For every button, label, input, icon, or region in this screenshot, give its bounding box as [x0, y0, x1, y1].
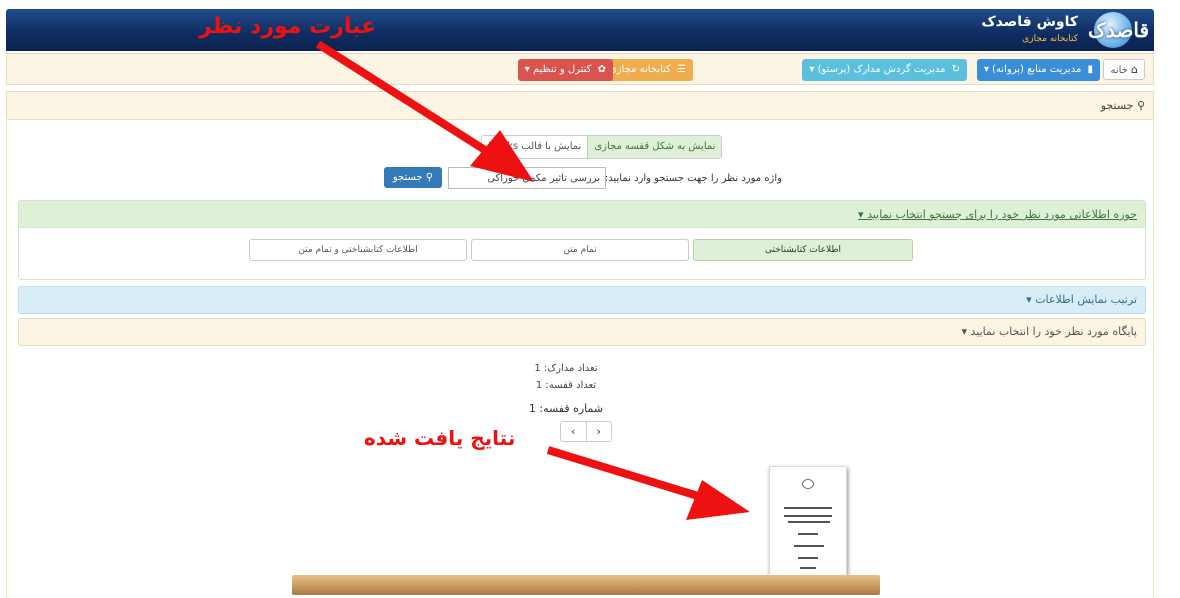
book-icon: ▮: [1087, 64, 1093, 75]
nav-settings-label: کنترل و تنظیم: [532, 64, 592, 75]
nav-circulation-menu[interactable]: ↻ مدیریت گردش مدارک (پرستو) ▾: [802, 59, 967, 81]
chevron-down-icon: ▾: [983, 64, 989, 75]
shelf-pager: ‹ ›: [560, 421, 612, 442]
annotation-search-term: عبارت مورد نظر: [199, 14, 377, 39]
view-books-option[interactable]: نمایش با قالب Books: [482, 136, 588, 158]
sort-title: ترتیب نمایش اطلاعات: [1035, 293, 1137, 306]
search-panel-title: جستجو: [1100, 99, 1134, 112]
nav-resources-label: مدیریت منابع (پروانه): [992, 64, 1082, 75]
database-panel[interactable]: پایگاه مورد نظر خود را انتخاب نمایید ▾: [18, 318, 1146, 346]
view-mode-toggle: نمایش به شکل قفسه مجازی نمایش با قالب Bo…: [481, 135, 723, 159]
book-thumbnail[interactable]: [769, 466, 847, 576]
prev-page-button[interactable]: ‹: [561, 422, 587, 441]
home-icon: ⌂: [1131, 63, 1138, 76]
search-label: واژه مورد نظر را جهت جستجو وارد نمایید:: [604, 173, 782, 184]
search-button[interactable]: ⚲ جستجو: [384, 167, 442, 188]
database-title: پایگاه مورد نظر خود را انتخاب نمایید: [970, 325, 1137, 338]
view-shelf-option[interactable]: نمایش به شکل قفسه مجازی: [587, 136, 722, 158]
scope-panel-heading[interactable]: حوزه اطلاعاتی مورد نظر خود را برای جستجو…: [19, 201, 1145, 228]
chevron-down-icon: ▾: [524, 64, 530, 75]
main-navbar: ⌂ خانه ▮ مدیریت منابع (پروانه) ▾ ↻ مدیری…: [6, 53, 1154, 85]
qasedak-logo[interactable]: قاصدک: [1088, 12, 1150, 48]
search-input[interactable]: [448, 167, 606, 189]
chevron-down-icon: ▾: [809, 64, 815, 75]
shelf-number: شماره قفسه: 1: [528, 402, 604, 415]
search-panel-heading: ⚲ جستجو: [6, 91, 1154, 120]
home-label: خانه: [1110, 65, 1128, 76]
nav-resources-menu[interactable]: ▮ مدیریت منابع (پروانه) ▾: [976, 59, 1100, 81]
home-button[interactable]: ⌂ خانه: [1103, 59, 1145, 80]
app-header: قاصدک کاوش قاصدک کتابخانه مجازی: [6, 9, 1154, 51]
brand-title: کاوش قاصدک: [981, 14, 1078, 30]
logo-text: قاصدک: [1088, 18, 1150, 42]
university-emblem-icon: [802, 479, 814, 489]
sort-panel[interactable]: ترتیب نمایش اطلاعات ▾: [18, 286, 1146, 314]
nav-circulation-label: مدیریت گردش مدارک (پرستو): [817, 64, 946, 75]
scope-panel: حوزه اطلاعاتی مورد نظر خود را برای جستجو…: [18, 200, 1146, 280]
refresh-icon: ↻: [951, 64, 960, 75]
scope-option-fulltext[interactable]: تمام متن: [471, 239, 689, 261]
gear-icon: ✿: [597, 64, 606, 75]
chevron-down-icon: ▾: [961, 325, 967, 338]
search-button-label: جستجو: [392, 172, 423, 183]
next-page-button[interactable]: ›: [587, 422, 612, 441]
documents-count: تعداد مدارک: 1: [534, 363, 598, 374]
chevron-down-icon: ▾: [858, 208, 864, 221]
page: قاصدک کاوش قاصدک کتابخانه مجازی ⌂ خانه ▮…: [6, 0, 1154, 598]
scope-title: حوزه اطلاعاتی مورد نظر خود را برای جستجو…: [867, 208, 1137, 221]
annotation-results-found: نتایج یافت شده: [364, 426, 516, 450]
brand-subtitle: کتابخانه مجازی: [1022, 34, 1078, 44]
search-icon: ⚲: [425, 172, 434, 183]
chevron-down-icon: ▾: [1026, 293, 1032, 306]
scope-option-both[interactable]: اطلاعات کتابشناختی و تمام متن: [249, 239, 467, 261]
virtual-shelf: [292, 575, 880, 595]
list-icon: ☰: [677, 64, 686, 75]
search-icon: ⚲: [1136, 99, 1145, 112]
scope-option-bibliographic[interactable]: اطلاعات کتابشناختی: [693, 239, 913, 261]
nav-settings-menu[interactable]: ✿ کنترل و تنظیم ▾: [517, 59, 613, 81]
search-panel-body: [6, 120, 1154, 598]
shelves-count: تعداد قفسه: 1: [535, 380, 597, 391]
